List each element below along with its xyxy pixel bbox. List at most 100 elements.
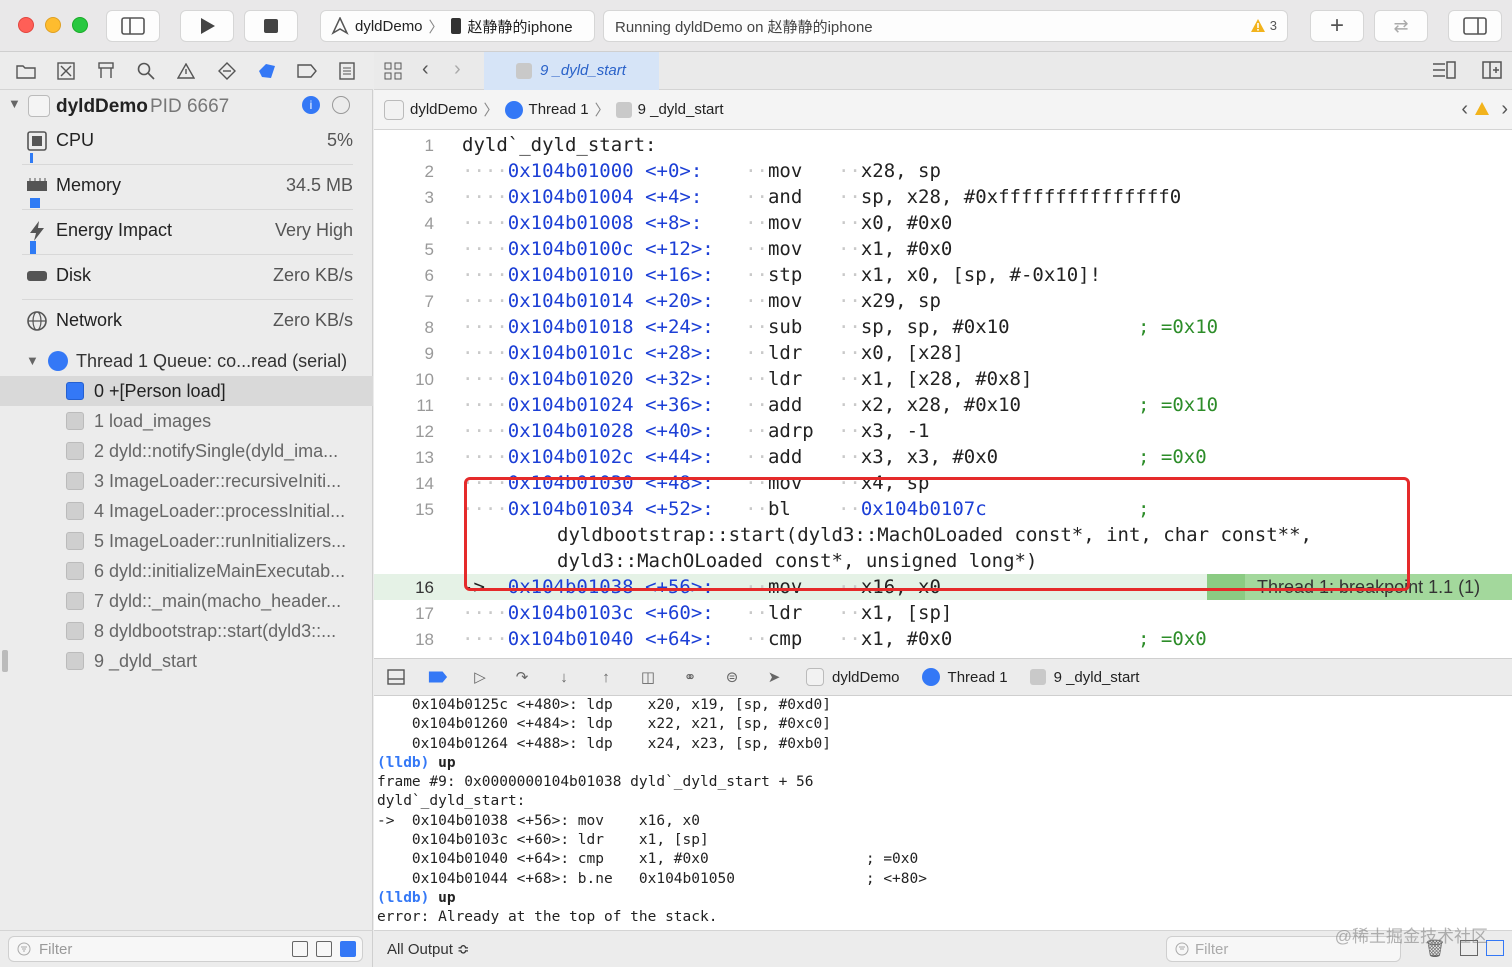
gauge-label: Memory	[56, 175, 122, 195]
instruction-offset: <+24>:	[645, 316, 714, 338]
code-line: dyldbootstrap::start(dyld3::MachOLoaded …	[374, 522, 1512, 548]
memory-usage-bar	[30, 198, 40, 208]
zoom-window-button[interactable]	[72, 17, 88, 33]
issue-warning-icon[interactable]	[175, 60, 197, 82]
breakpoints-toggle-icon[interactable]	[428, 667, 448, 687]
gauge-network[interactable]: Network Zero KB/s	[0, 300, 373, 345]
toggle-navigator-button[interactable]	[106, 10, 160, 42]
instruction-offset: <+52>:	[645, 498, 714, 520]
stack-frame-0[interactable]: 0 +[Person load]	[0, 376, 373, 406]
debug-bar-thread[interactable]: Thread 1	[948, 669, 1008, 686]
add-library-button[interactable]: +	[1310, 10, 1364, 42]
code-review-button[interactable]: ⇄	[1374, 10, 1428, 42]
adjust-editor-options-icon[interactable]	[1432, 61, 1456, 84]
gauge-cpu[interactable]: CPU 5%	[0, 120, 373, 165]
opcode: mov	[767, 472, 803, 494]
view-hierarchy-icon[interactable]: ◫	[638, 667, 658, 687]
related-items-grid-icon[interactable]	[384, 62, 402, 85]
memory-graph-icon[interactable]: ⚭	[680, 667, 700, 687]
step-into-icon[interactable]: ↓	[554, 667, 574, 687]
debug-bar-project[interactable]: dyldDemo	[832, 669, 900, 686]
thread-filter-toggle-icon[interactable]	[316, 941, 332, 957]
stack-frame-8[interactable]: 8 dyldbootstrap::start(dyld3::...	[0, 616, 373, 646]
symbol-hierarchy-icon[interactable]	[95, 60, 117, 82]
jump-bar-project[interactable]: dyldDemo	[410, 101, 478, 118]
back-chevron-icon[interactable]: ‹	[422, 58, 429, 81]
hide-debug-area-icon[interactable]	[386, 667, 406, 687]
gauge-memory[interactable]: Memory 34.5 MB	[0, 165, 373, 210]
warnings-indicator[interactable]: 3	[1250, 18, 1277, 33]
disassembly-file-icon	[615, 101, 632, 118]
crash-filter-toggle-icon[interactable]	[340, 941, 356, 957]
stack-frame-6[interactable]: 6 dyld::initializeMainExecutab...	[0, 556, 373, 586]
filter-icon	[1175, 942, 1189, 956]
folder-icon[interactable]	[15, 60, 37, 82]
stack-frame-2[interactable]: 2 dyld::notifySingle(dyld_ima...	[0, 436, 373, 466]
gauge-disk[interactable]: Disk Zero KB/s	[0, 255, 373, 300]
stack-frame-9[interactable]: 9 _dyld_start	[0, 646, 373, 676]
instruction-address: 0x104b01028	[507, 420, 634, 442]
warning-icon[interactable]	[1474, 101, 1490, 116]
warning-icon	[1250, 19, 1265, 32]
report-list-icon[interactable]	[336, 60, 358, 82]
disclosure-triangle-icon[interactable]: ▼	[26, 353, 39, 368]
info-icon[interactable]: i	[302, 96, 320, 114]
stack-frame-4[interactable]: 4 ImageLoader::processInitial...	[0, 496, 373, 526]
jump-bar-frame[interactable]: 9 _dyld_start	[638, 101, 724, 118]
process-row[interactable]: ▼ dyldDemo PID 6667 i	[0, 92, 373, 120]
tab-dyld-start[interactable]: 9 _dyld_start	[484, 52, 659, 90]
user-code-frame-icon	[66, 382, 84, 400]
run-button[interactable]	[180, 10, 234, 42]
thread-row[interactable]: ▼ Thread 1 Queue: co...read (serial)	[0, 346, 373, 376]
system-frame-icon	[66, 652, 84, 670]
minimize-window-button[interactable]	[45, 17, 61, 33]
jump-bar-thread[interactable]: Thread 1	[529, 101, 589, 118]
stack-frame-3[interactable]: 3 ImageLoader::recursiveIniti...	[0, 466, 373, 496]
breakpoint-badge[interactable]: Thread 1: breakpoint 1.1 (1)	[1207, 574, 1512, 600]
toggle-inspector-button[interactable]	[1448, 10, 1502, 42]
simulate-location-icon[interactable]: ➤	[764, 667, 784, 687]
breakpoint-tag-icon[interactable]	[296, 60, 318, 82]
instruction-offset: <+8>:	[645, 212, 703, 234]
resize-handle[interactable]	[2, 650, 8, 672]
gauge-energy[interactable]: Energy Impact Very High	[0, 210, 373, 255]
operands: x28, sp	[860, 160, 941, 182]
indent-marker: ····	[462, 420, 508, 442]
step-over-icon[interactable]: ↷	[512, 667, 532, 687]
memory-chip-icon	[27, 178, 47, 191]
thread-view-icon[interactable]	[332, 96, 350, 114]
add-editor-split-icon[interactable]	[1482, 61, 1502, 84]
step-out-icon[interactable]: ↑	[596, 667, 616, 687]
scheme-device-name: 赵静静的iphone	[467, 18, 573, 36]
disassembly-editor[interactable]: 1 dyld`_dyld_start: 2 ····0x104b01000 <+0…	[374, 130, 1512, 658]
indent-marker: ····	[462, 238, 508, 260]
continue-icon[interactable]: ▷	[470, 667, 490, 687]
debug-navigator-icon[interactable]	[256, 60, 278, 82]
environment-overrides-icon[interactable]: ⊜	[722, 667, 742, 687]
stop-button[interactable]	[244, 10, 298, 42]
test-diamond-icon[interactable]	[216, 60, 238, 82]
energy-impact-bar	[30, 241, 36, 255]
navigator-filter-input[interactable]: Filter	[8, 936, 363, 962]
debug-bar-frame[interactable]: 9 _dyld_start	[1054, 669, 1140, 686]
output-selector[interactable]: All Output ≎	[387, 940, 470, 958]
previous-issue-chevron-icon[interactable]: ‹	[1461, 98, 1468, 121]
current-instruction-line: 16 -> 0x104b01038 <+56>: ··mov ··x16, x0 Thr…	[374, 574, 1512, 600]
operands: x2, x28, #0x10	[860, 394, 1021, 416]
split-view-right-icon[interactable]	[1486, 940, 1504, 956]
stack-frame-5[interactable]: 5 ImageLoader::runInitializers...	[0, 526, 373, 556]
source-control-icon[interactable]	[55, 60, 77, 82]
lldb-console[interactable]: 0x104b0125c <+480>: ldp x20, x19, [sp, #…	[374, 696, 1512, 930]
disclosure-triangle-icon[interactable]: ▼	[8, 96, 21, 111]
search-icon[interactable]	[135, 60, 157, 82]
stack-frame-1[interactable]: 1 load_images	[0, 406, 373, 436]
frame-label: 2 dyld::notifySingle(dyld_ima...	[94, 440, 339, 461]
scheme-selector[interactable]: dyldDemo 〉 赵静静的iphone	[320, 10, 595, 42]
stack-frame-7[interactable]: 7 dyld::_main(macho_header...	[0, 586, 373, 616]
thread-label: Thread 1 Queue: co...read (serial)	[76, 351, 348, 371]
cpu-filter-toggle-icon[interactable]	[292, 941, 308, 957]
close-window-button[interactable]	[18, 17, 34, 33]
instruction-offset: <+36>:	[645, 394, 714, 416]
forward-chevron-icon[interactable]: ›	[454, 58, 461, 81]
next-issue-chevron-icon[interactable]: ›	[1501, 98, 1508, 121]
